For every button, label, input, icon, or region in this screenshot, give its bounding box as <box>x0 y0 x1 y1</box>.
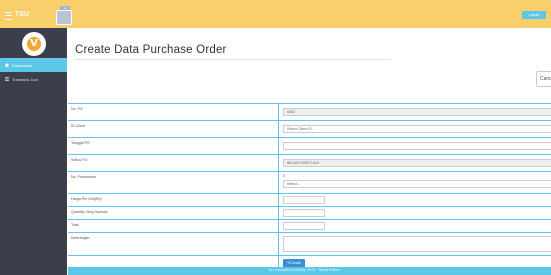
sidebar-item-label: Dashboard <box>12 63 32 68</box>
avatar: V <box>22 32 46 56</box>
form-row-quantity: Quantity Yang Dipesan <box>68 207 551 220</box>
sidebar-item-label: Transaksi Jual <box>12 77 38 82</box>
page-title: Create Data Purchase Order <box>75 44 227 56</box>
form-row-id-client: ID Client Select Client ID... ▾ <box>68 121 551 138</box>
hamburger-menu-icon[interactable] <box>5 12 12 20</box>
form-row-tanggal-po: Tanggal PO <box>68 138 551 155</box>
client-select[interactable]: Select Client ID... ▾ <box>283 125 551 133</box>
field-label: No. Penawaran <box>71 175 96 179</box>
list-icon <box>5 77 9 81</box>
logout-button[interactable]: Logout <box>522 11 546 19</box>
brand-name: TSU <box>15 11 29 18</box>
field-label: Status PO <box>71 158 88 162</box>
field-label: Tanggal PO <box>71 141 90 145</box>
cancel-button[interactable]: Cancel <box>536 71 551 87</box>
status-po-field[interactable]: BELUM DISETUJUI <box>283 159 551 167</box>
field-label: Total <box>71 223 79 227</box>
sidebar-item-transaksi-jual[interactable]: Transaksi Jual <box>0 72 67 86</box>
footer: Tsu Indonesia Inventory 2019 · Teknik El… <box>68 267 551 275</box>
field-label: ID Client <box>71 124 85 128</box>
footer-text: Tsu Indonesia Inventory 2019 · Teknik El… <box>268 268 341 272</box>
harga-input[interactable] <box>283 196 325 204</box>
home-icon <box>5 63 9 67</box>
sidebar-item-dashboard[interactable]: Dashboard <box>0 58 67 72</box>
form-row-no-po: No. PO 0602 <box>68 104 551 121</box>
title-divider <box>75 59 391 60</box>
penawaran-select[interactable]: Select... ▾ <box>283 180 551 188</box>
field-label: No. PO <box>71 107 83 111</box>
field-label: Quantity Yang Dipesan <box>71 210 108 214</box>
field-label: Harga Per Unit(Rp) <box>71 197 102 201</box>
client-select-value: Select Client ID... <box>287 127 315 131</box>
quantity-input[interactable] <box>283 209 325 217</box>
total-input[interactable] <box>283 222 325 230</box>
form-row-total: Total <box>68 220 551 233</box>
notification-icon[interactable] <box>56 10 72 25</box>
top-navbar: TSU 10 Logout <box>0 0 551 28</box>
create-button-label: Create <box>290 261 301 265</box>
no-po-field[interactable]: 0602 <box>283 108 551 116</box>
keterangan-textarea[interactable] <box>283 236 551 252</box>
logo-icon: V <box>27 37 41 51</box>
penawaran-select-value: Select... <box>287 182 300 186</box>
purchase-order-form: No. PO 0602 ID Client Select Client ID..… <box>68 103 551 272</box>
tanggal-po-input[interactable] <box>283 142 551 150</box>
form-row-keterangan: Keterangan <box>68 233 551 256</box>
penawaran-hint: 0 <box>283 174 285 178</box>
field-label: Keterangan <box>71 236 90 240</box>
form-row-status-po: Status PO BELUM DISETUJUI <box>68 155 551 172</box>
form-row-no-penawaran: No. Penawaran 0 Select... ▾ <box>68 172 551 194</box>
form-row-harga: Harga Per Unit(Rp) <box>68 194 551 207</box>
